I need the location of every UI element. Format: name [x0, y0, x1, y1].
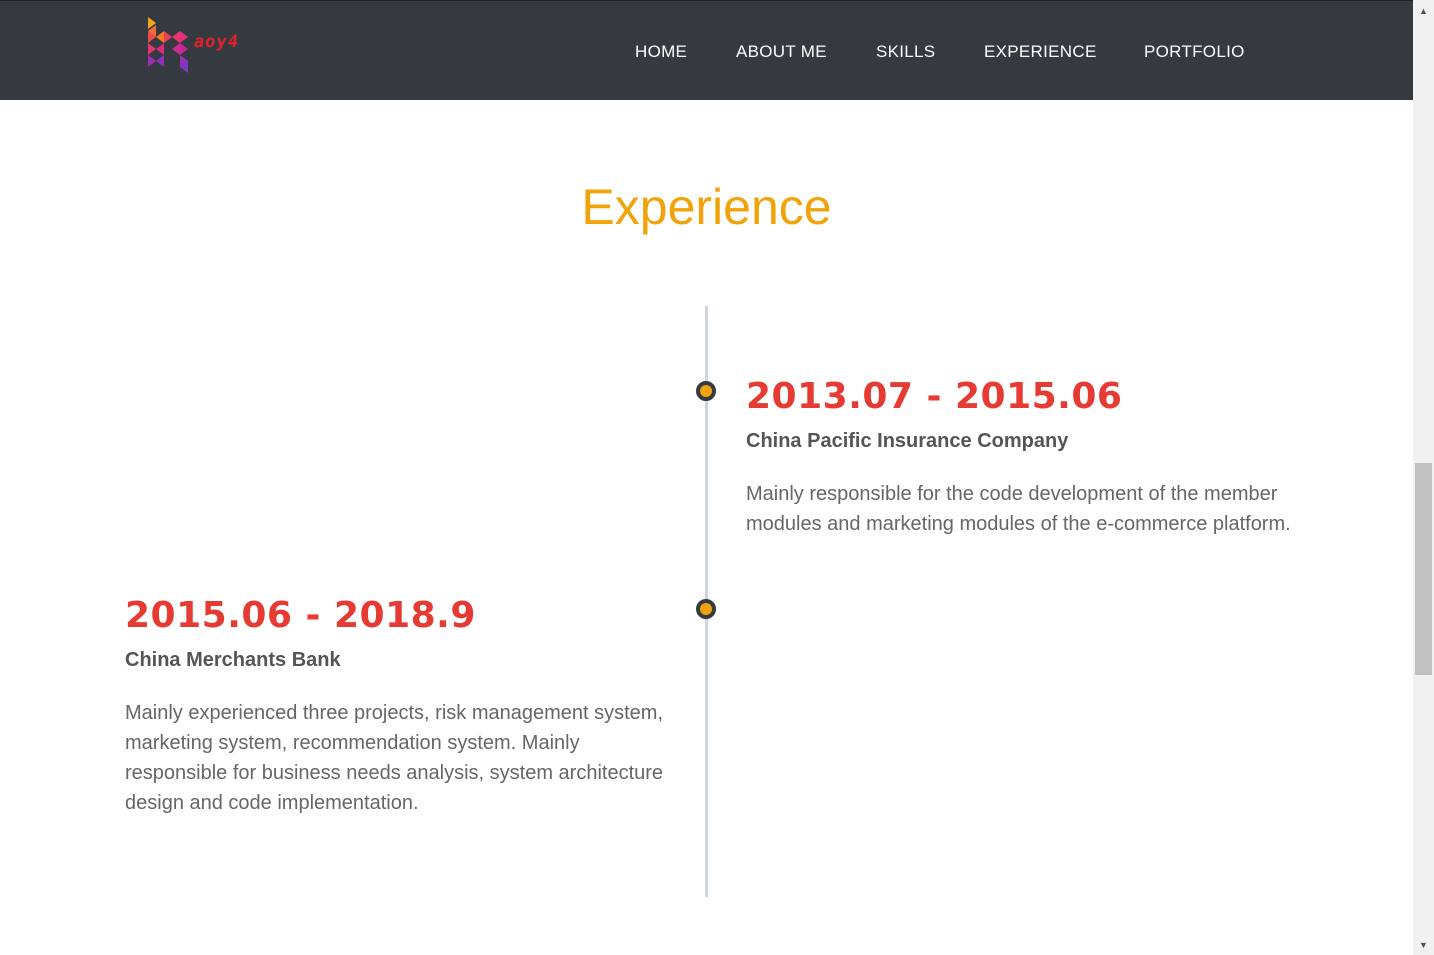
scroll-up-arrow-icon[interactable]: ▲ — [1413, 2, 1434, 19]
entry-description: Mainly responsible for the code developm… — [746, 483, 1291, 535]
entry-date: 2013.07 - 2015.06 — [746, 376, 1123, 417]
scroll-down-arrow-icon[interactable]: ▼ — [1413, 936, 1434, 953]
timeline-entry: 2013.07 - 2015.06 China Pacific Insuranc… — [746, 375, 1306, 539]
logo-text: aoy4 — [192, 32, 241, 52]
entry-company: China Pacific Insurance Company — [746, 430, 1069, 452]
nav-about-me[interactable]: ABOUT ME — [736, 42, 827, 62]
timeline-dot — [696, 381, 716, 401]
section-title: Experience — [581, 179, 832, 235]
timeline-dot — [696, 599, 716, 619]
nav-portfolio[interactable]: PORTFOLIO — [1144, 42, 1245, 62]
nav-home[interactable]: HOME — [635, 42, 687, 62]
hexagon-logo-icon — [148, 17, 188, 73]
entry-date: 2015.06 - 2018.9 — [125, 595, 476, 636]
site-logo[interactable]: aoy4 — [146, 15, 261, 73]
page: aoy4 HOME ABOUT ME SKILLS EXPERIENCE POR… — [0, 0, 1413, 955]
navbar: aoy4 HOME ABOUT ME SKILLS EXPERIENCE POR… — [0, 1, 1413, 100]
timeline-entry: 2015.06 - 2018.9 China Merchants Bank Ma… — [125, 594, 685, 818]
scrollbar-thumb[interactable] — [1415, 463, 1432, 675]
entry-description: Mainly experienced three projects, risk … — [125, 702, 664, 814]
nav-experience[interactable]: EXPERIENCE — [984, 42, 1097, 62]
vertical-scrollbar[interactable]: ▲ ▼ — [1413, 0, 1434, 955]
entry-company: China Merchants Bank — [125, 649, 341, 671]
nav-skills[interactable]: SKILLS — [876, 42, 935, 62]
